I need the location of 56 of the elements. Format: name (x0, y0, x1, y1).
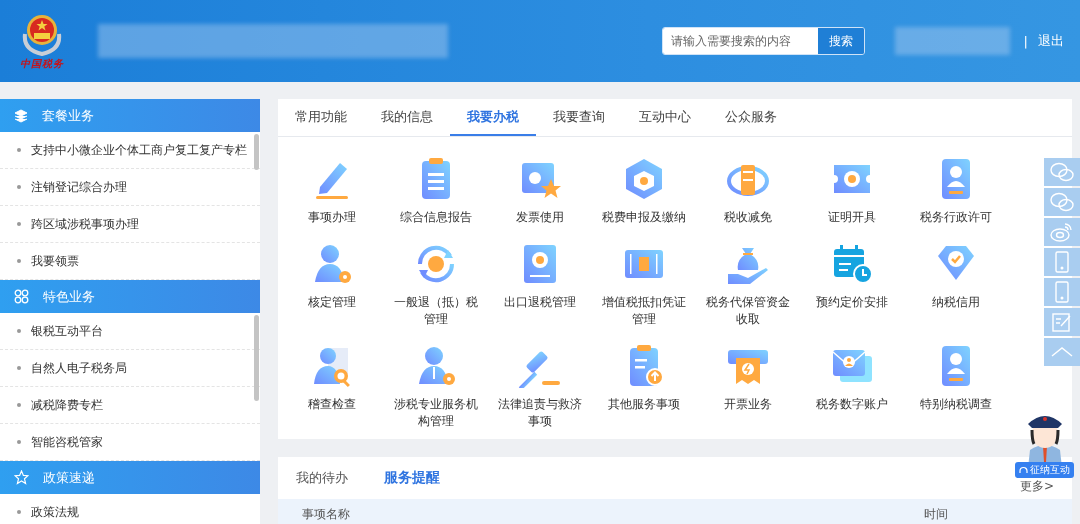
service-link[interactable]: 法律追责与救济事项 (498, 396, 582, 430)
service-link[interactable]: 税务行政许可 (920, 209, 992, 226)
search-button[interactable]: 搜索 (817, 28, 864, 54)
grid-icon (14, 289, 29, 304)
weibo-button[interactable] (1044, 218, 1080, 246)
sidebar-item[interactable]: 注销登记综合办理 (0, 169, 260, 206)
service-link[interactable]: 其他服务事项 (608, 396, 680, 413)
service-link[interactable]: 税费申报及缴纳 (602, 209, 686, 226)
tab[interactable]: 我要办税 (450, 99, 536, 136)
assistant-button[interactable]: 征纳互动 (1015, 462, 1074, 478)
scrollbar-thumb[interactable] (254, 134, 259, 170)
chevron-up-button[interactable] (1044, 338, 1080, 366)
separator: | (1023, 33, 1028, 49)
tab[interactable]: 服务提醒 (384, 469, 440, 487)
tab[interactable]: 我的待办 (296, 469, 348, 487)
service-link[interactable]: 税务数字账户 (816, 396, 888, 413)
service-link[interactable]: 发票使用 (516, 209, 564, 226)
service-link[interactable]: 一般退（抵）税管理 (394, 294, 478, 328)
service-link[interactable]: 特别纳税调查 (920, 396, 992, 413)
weibo-icon (1049, 220, 1075, 244)
sidebar-item[interactable]: 跨区域涉税事项办理 (0, 206, 260, 243)
tab[interactable]: 常用功能 (278, 99, 364, 136)
logo-caption: 中国税务 (20, 56, 64, 71)
service-link[interactable]: 综合信息报告 (400, 209, 472, 226)
column-header: 事项名称 (302, 506, 350, 522)
tab[interactable]: 公众服务 (708, 99, 794, 136)
service-link[interactable]: 出口退税管理 (504, 294, 576, 311)
tab[interactable]: 我的信息 (364, 99, 450, 136)
service-link[interactable]: 事项办理 (308, 209, 356, 226)
service-link[interactable]: 稽查检查 (308, 396, 356, 413)
stack-icon (14, 108, 28, 123)
service-link[interactable]: 税务代保管资金收取 (706, 294, 790, 328)
service-link[interactable]: 开票业务 (724, 396, 772, 413)
sidebar-item[interactable]: 政策法规 (0, 494, 260, 524)
search-field[interactable]: 请输入需要搜索的内容 搜索 (661, 27, 865, 55)
scrollbar-thumb[interactable] (254, 315, 259, 401)
service-link[interactable]: 核定管理 (308, 294, 356, 311)
phone-button[interactable] (1044, 278, 1080, 306)
edit-button[interactable] (1044, 308, 1080, 336)
wechat-button[interactable] (1044, 158, 1080, 186)
service-link[interactable]: 涉税专业服务机构管理 (394, 396, 478, 430)
service-link[interactable]: 预约定价安排 (816, 294, 888, 311)
tab[interactable]: 我要查询 (536, 99, 622, 136)
more-link[interactable]: 更多> (1019, 477, 1054, 495)
phone-button[interactable] (1044, 248, 1080, 276)
service-link[interactable]: 证明开具 (828, 209, 876, 226)
headset-icon (1019, 465, 1028, 475)
service-link[interactable]: 纳税信用 (932, 294, 980, 311)
wechat-icon (1049, 190, 1075, 214)
tab[interactable]: 互动中心 (622, 99, 708, 136)
service-link[interactable]: 税收减免 (724, 209, 772, 226)
wechat-icon (1049, 160, 1075, 184)
wechat-button[interactable] (1044, 188, 1080, 216)
column-header: 时间 (924, 506, 948, 522)
service-link[interactable]: 增值税抵扣凭证管理 (602, 294, 686, 328)
star-icon (14, 470, 29, 485)
